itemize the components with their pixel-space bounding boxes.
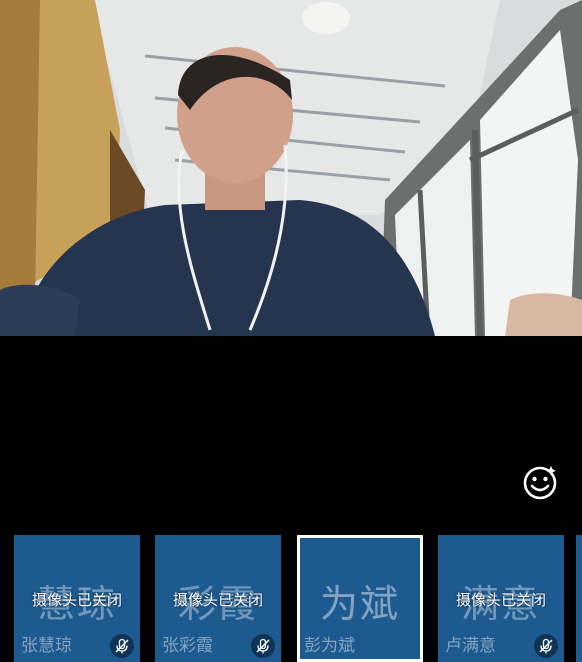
camera-off-label: 摄像头已关闭 (455, 591, 546, 609)
camera-off-label: 摄像头已关闭 (31, 591, 122, 609)
mic-off-icon (251, 634, 275, 658)
mic-off-icon (110, 634, 134, 658)
participant-strip: 慧琼 摄像头已关闭 张慧琼 彩霞 摄像头已关闭 张彩霞 为斌 彭为斌 满意 摄像… (0, 535, 582, 662)
participant-name: 卢满意 (445, 636, 496, 656)
camera-off-label: 摄像头已关闭 (172, 591, 263, 609)
main-video (0, 0, 582, 336)
participant-tile[interactable]: 慧琼 摄像头已关闭 张慧琼 (14, 535, 140, 662)
mic-off-icon (534, 634, 558, 658)
participant-tile[interactable]: 彩霞 摄像头已关闭 张彩霞 (155, 535, 281, 662)
participant-name: 张慧琼 (21, 636, 72, 656)
video-frame (0, 0, 582, 336)
participant-tile[interactable]: 满意 摄像头已关闭 卢满意 (438, 535, 564, 662)
participant-name: 张彩霞 (162, 636, 213, 656)
participant-tile-partial[interactable] (576, 535, 582, 662)
participant-name: 彭为斌 (304, 636, 355, 656)
avatar-text: 为斌 (319, 582, 400, 626)
smiley-icon[interactable] (520, 462, 560, 502)
participant-tile-active[interactable]: 为斌 彭为斌 (297, 535, 423, 662)
